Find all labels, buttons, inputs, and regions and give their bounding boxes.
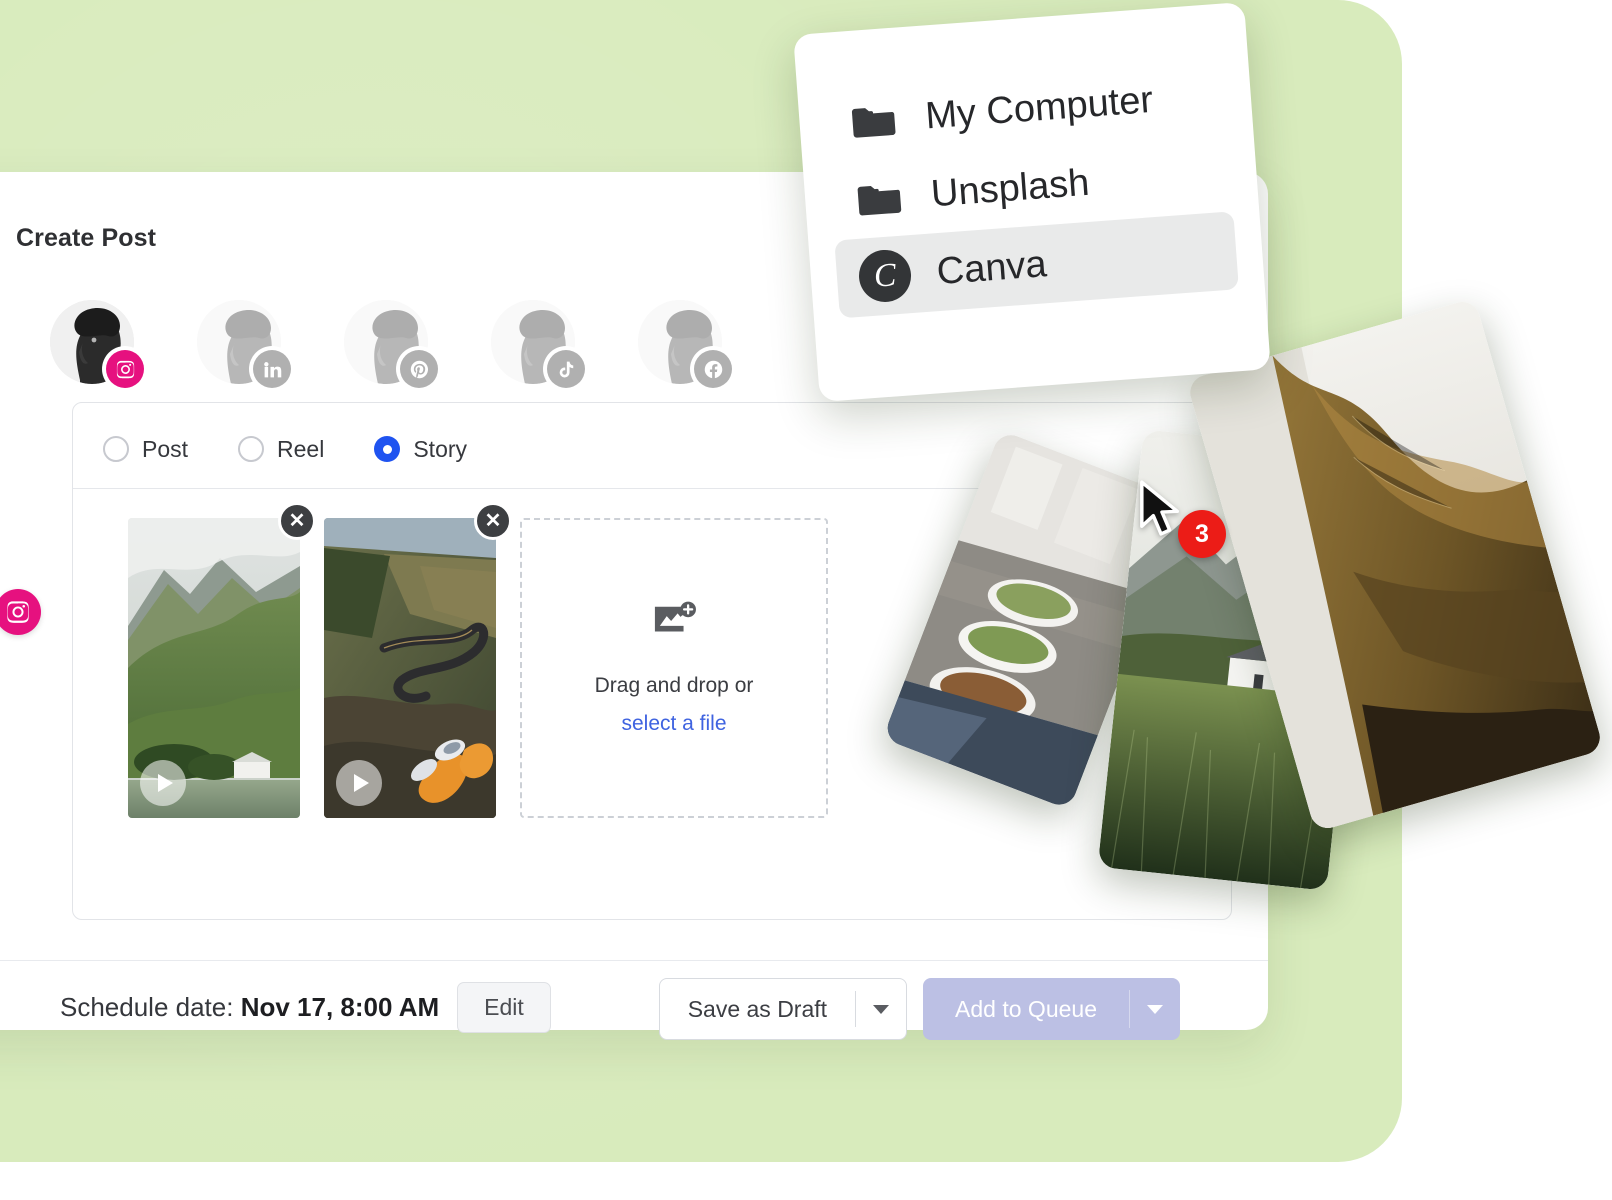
post-type-option-reel[interactable]: Reel [238,436,324,463]
source-item-label: Unsplash [929,161,1091,215]
account-instagram[interactable] [50,300,144,388]
chevron-down-icon [873,1004,890,1014]
dropzone-text: Drag and drop or [594,673,754,697]
media-item[interactable]: ✕ [324,502,512,818]
image-plus-icon [651,601,697,648]
source-item-label: My Computer [923,78,1155,138]
mouse-pointer-icon [1138,480,1184,538]
folder-icon [846,99,901,143]
remove-media-button[interactable]: ✕ [474,502,512,540]
active-channel-instagram-icon [0,589,41,635]
account-selector [50,300,732,388]
divider [73,488,1231,489]
radio-icon [103,436,129,462]
page-title: Create Post [16,224,157,252]
radio-selected-icon [374,436,401,462]
linkedin-icon [253,350,291,388]
post-type-radio-group: Post Reel Story [103,425,517,473]
canva-icon: C [857,248,913,304]
account-facebook[interactable] [638,300,732,388]
source-item-label: Canva [935,242,1048,293]
schedule-row: Schedule date: Nov 17, 8:00 AM Edit [60,982,551,1033]
media-item[interactable]: ✕ [128,502,316,818]
schedule-date-text: Schedule date: Nov 17, 8:00 AM [60,992,439,1023]
play-icon[interactable] [140,760,186,806]
drag-count-badge: 3 [1178,510,1226,558]
account-tiktok[interactable] [491,300,585,388]
save-as-draft-split-button[interactable]: Save as Draft [658,978,908,1040]
canva-glyph: C [857,248,913,304]
media-source-menu: My Computer Unsplash C Canva [793,1,1271,403]
post-type-label: Post [142,435,189,462]
play-icon[interactable] [336,760,382,806]
file-dropzone[interactable]: Drag and drop or select a file [520,518,828,818]
post-type-option-post[interactable]: Post [103,436,188,463]
account-pinterest[interactable] [344,300,438,388]
pinterest-icon [400,350,438,388]
add-to-queue-split-button[interactable]: Add to Queue [923,978,1180,1040]
edit-schedule-button[interactable]: Edit [457,982,551,1033]
footer-actions: Save as Draft Add to Queue [658,978,1180,1040]
save-as-draft-dropdown-toggle[interactable] [856,979,906,1039]
facebook-icon [694,350,732,388]
post-content-box: Post Reel Story ✕ ✕ Drag and drop or sel… [0,402,1232,920]
schedule-prefix: Schedule date: [60,992,234,1022]
schedule-value: Nov 17, 8:00 AM [240,992,440,1022]
footer-divider [0,960,1268,961]
screenshot-root: Create Post Post Reel Story ✕ ✕ Drag and… [0,0,1612,1200]
add-to-queue-dropdown-toggle[interactable] [1130,978,1180,1040]
folder-icon [852,176,907,220]
post-type-label: Story [413,435,468,462]
save-as-draft-button[interactable]: Save as Draft [660,979,855,1039]
remove-media-button[interactable]: ✕ [278,502,316,540]
select-a-file-link[interactable]: select a file [621,712,726,736]
chevron-down-icon [1147,1004,1163,1014]
tiktok-icon [547,350,585,388]
account-linkedin[interactable] [197,300,291,388]
post-type-option-story[interactable]: Story [374,436,467,463]
radio-icon [238,436,265,462]
add-to-queue-button[interactable]: Add to Queue [923,978,1129,1040]
post-type-label: Reel [277,435,325,462]
media-strip: ✕ ✕ Drag and drop or select a file [128,502,828,818]
instagram-icon [106,350,144,388]
